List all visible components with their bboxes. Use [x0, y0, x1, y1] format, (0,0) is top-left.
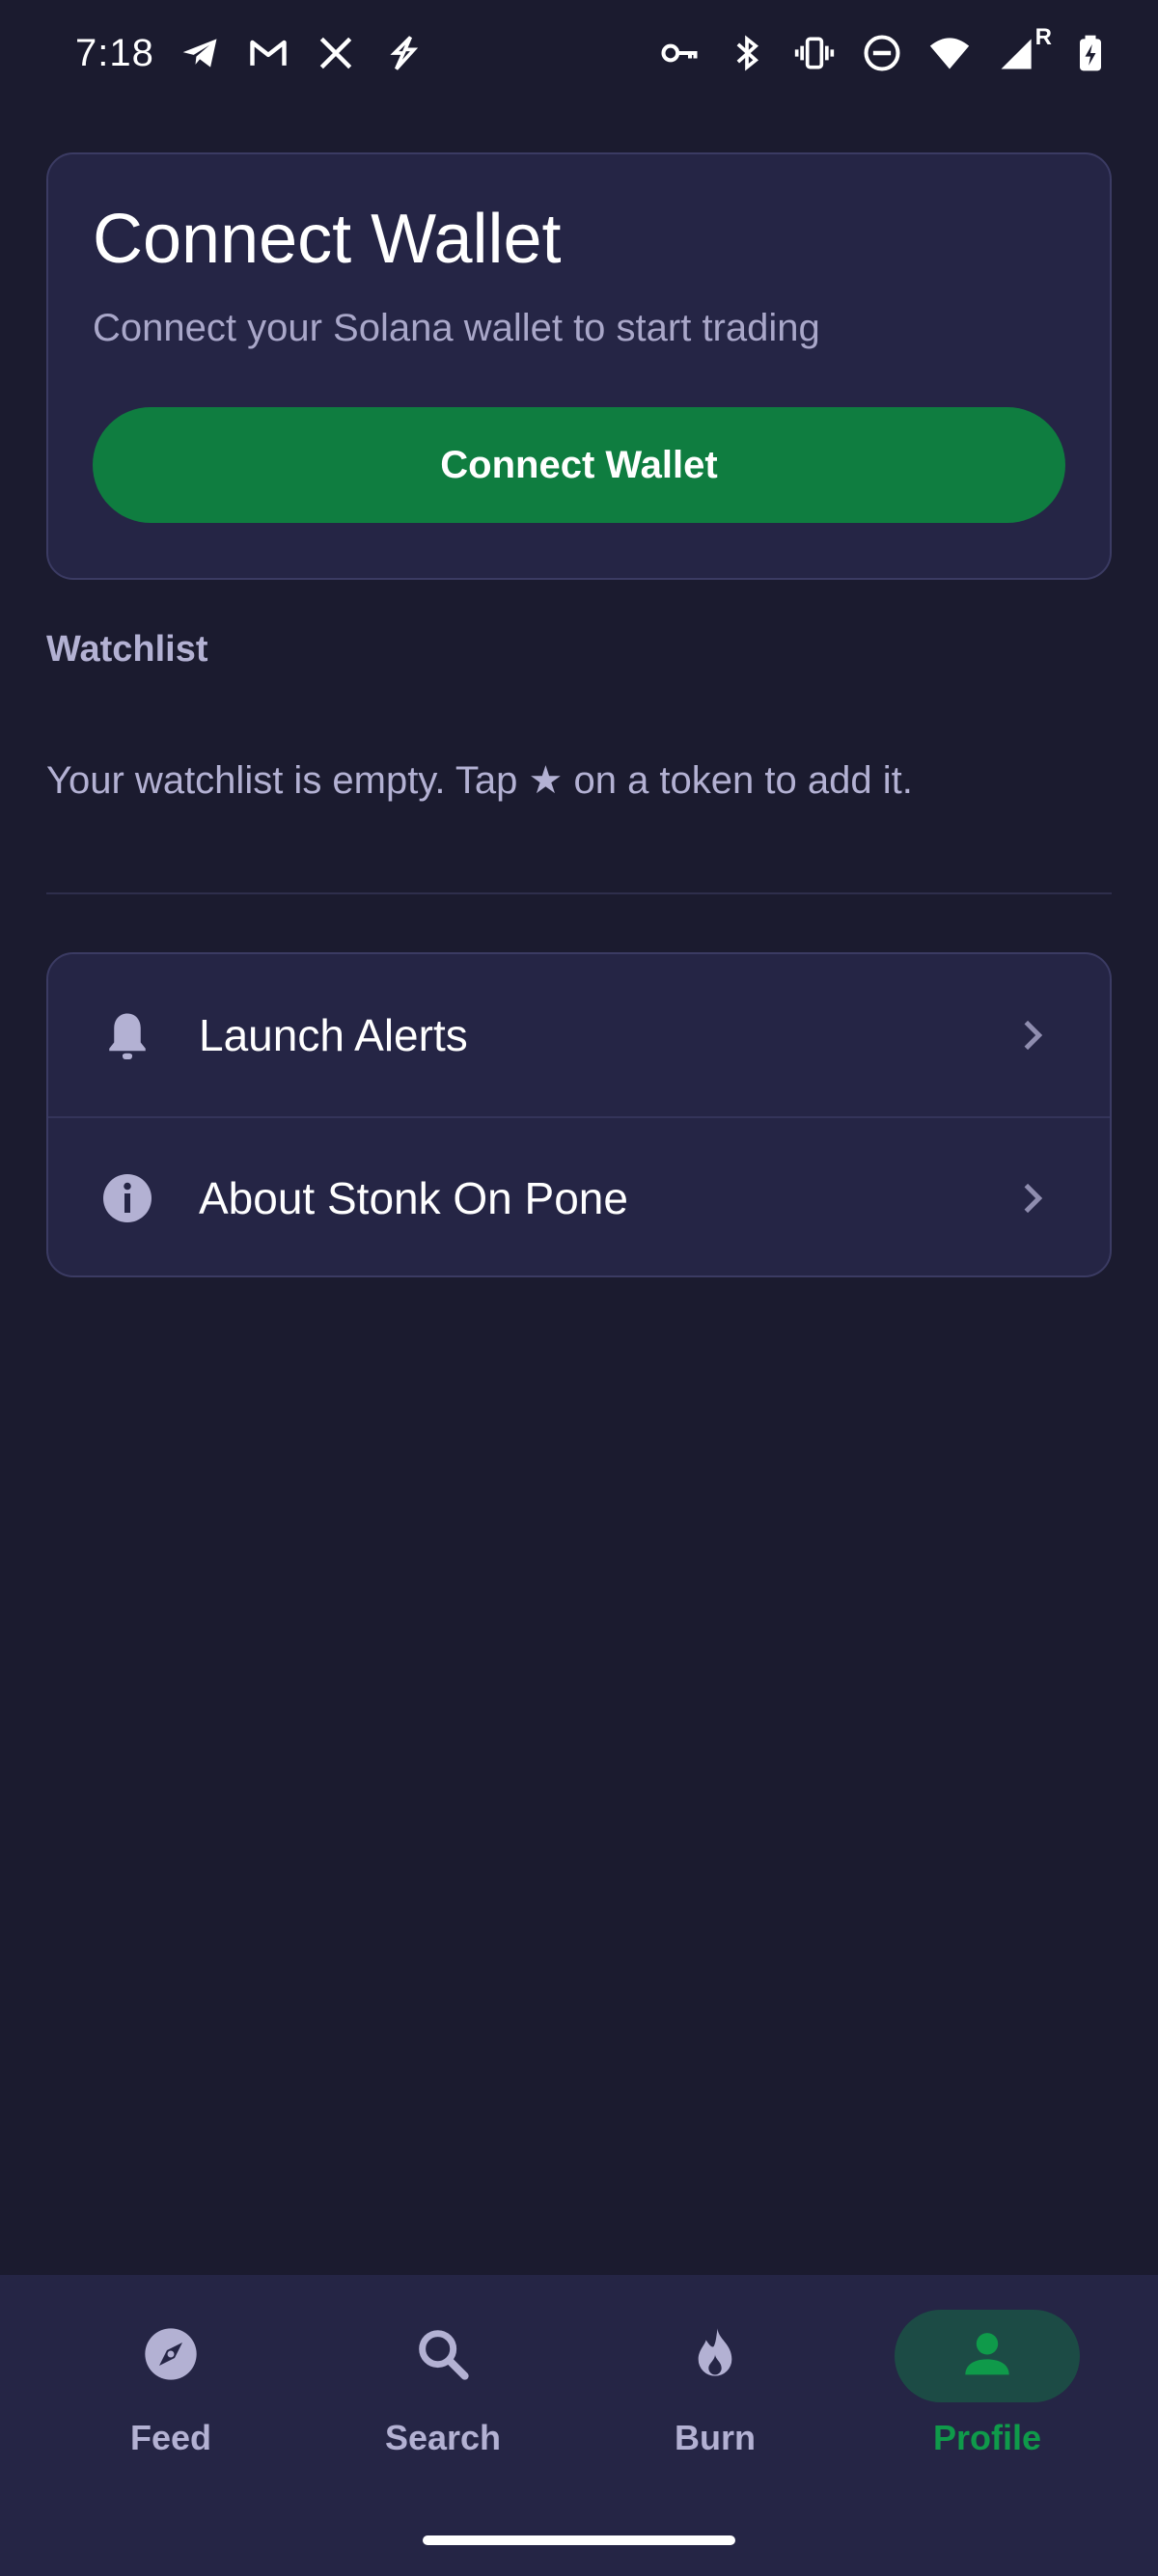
nav-icon-container-active: [895, 2310, 1080, 2402]
info-icon: [98, 1169, 156, 1227]
telegram-icon: [179, 32, 222, 74]
nav-item-search[interactable]: Search: [307, 2275, 579, 2576]
menu-item-about[interactable]: About Stonk On Pone: [48, 1116, 1110, 1275]
nav-label-search: Search: [384, 2418, 502, 2457]
flame-icon: [684, 2323, 746, 2390]
person-icon: [956, 2323, 1018, 2390]
wifi-icon: [928, 32, 971, 74]
network-type-label: R: [1034, 24, 1052, 50]
nav-item-burn[interactable]: Burn: [579, 2275, 851, 2576]
x-icon: [315, 32, 357, 74]
nav-icon-container: [78, 2310, 263, 2402]
nav-icon-container: [622, 2310, 808, 2402]
gmail-icon: [247, 32, 290, 74]
nav-label-profile: Profile: [932, 2418, 1042, 2457]
search-icon: [412, 2323, 474, 2390]
bluetooth-icon: [726, 32, 768, 74]
bolt-app-icon: [382, 32, 425, 74]
status-left: 7:18: [75, 32, 425, 75]
vpn-key-icon: [658, 32, 701, 74]
watchlist-empty-message: Your watchlist is empty. Tap ★ on a toke…: [46, 759, 913, 802]
connect-wallet-button[interactable]: Connect Wallet: [93, 407, 1065, 523]
compass-icon: [140, 2323, 202, 2390]
nav-item-feed[interactable]: Feed: [35, 2275, 307, 2576]
bell-icon: [98, 1006, 156, 1064]
wallet-card-subtitle: Connect your Solana wallet to start trad…: [93, 307, 820, 349]
battery-charging-icon: [1069, 32, 1112, 74]
nav-label-feed: Feed: [129, 2418, 212, 2457]
status-right: R: [658, 24, 1112, 74]
nav-item-profile[interactable]: Profile: [851, 2275, 1123, 2576]
nav-label-burn: Burn: [675, 2418, 756, 2457]
status-time: 7:18: [75, 31, 154, 74]
chevron-right-icon: [1013, 1179, 1052, 1218]
menu-item-launch-alerts[interactable]: Launch Alerts: [48, 954, 1110, 1116]
watchlist-section-label: Watchlist: [46, 629, 208, 670]
menu-item-label: Launch Alerts: [199, 1010, 468, 1060]
connect-wallet-card: Connect Wallet Connect your Solana walle…: [46, 152, 1112, 580]
wallet-card-title: Connect Wallet: [93, 201, 562, 278]
menu-item-label: About Stonk On Pone: [199, 1173, 628, 1223]
bottom-navigation: Feed Search Burn Profile: [0, 2275, 1158, 2576]
nav-icon-container: [350, 2310, 536, 2402]
do-not-disturb-icon: [861, 32, 903, 74]
signal-icon: R: [996, 24, 1052, 74]
section-divider: [46, 892, 1112, 894]
profile-screen: 7:18 R Connect Wallet Connect your Solan…: [0, 0, 1158, 2576]
status-bar: 7:18 R: [0, 0, 1158, 106]
chevron-right-icon: [1013, 1016, 1052, 1055]
home-indicator[interactable]: [423, 2535, 735, 2545]
settings-menu-card: Launch Alerts About Stonk On Pone: [46, 952, 1112, 1277]
vibrate-icon: [793, 32, 836, 74]
